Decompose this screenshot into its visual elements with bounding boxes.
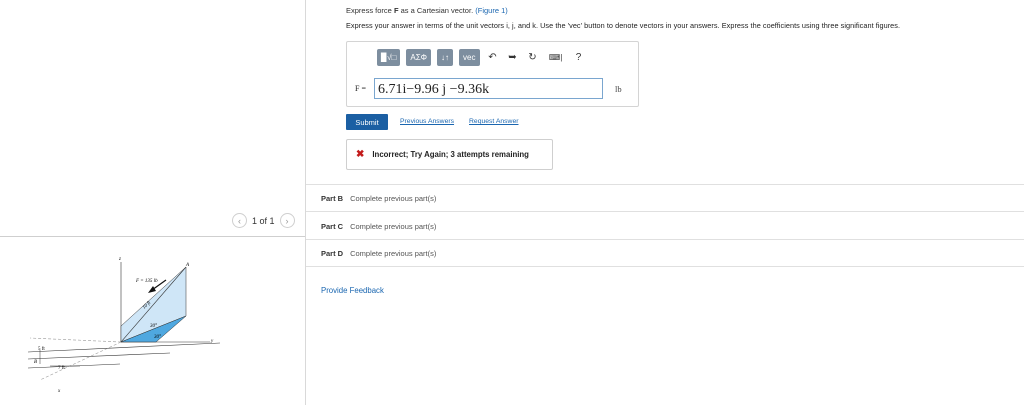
part-d[interactable]: Part D Complete previous part(s) xyxy=(321,249,436,258)
previous-answers-link[interactable]: Previous Answers xyxy=(400,118,454,125)
separator xyxy=(306,211,1024,212)
z-axis-label: z xyxy=(118,257,121,262)
greek-button[interactable]: AΣΦ xyxy=(406,49,432,66)
submit-button[interactable]: Submit xyxy=(346,114,388,130)
part-c-text: Complete previous part(s) xyxy=(350,222,437,231)
templates-button[interactable]: ▉√□ xyxy=(377,49,401,66)
help-icon[interactable]: ? xyxy=(572,52,586,63)
arrows-button[interactable]: ↓↑ xyxy=(437,49,454,66)
separator xyxy=(306,266,1024,267)
pane-divider xyxy=(305,0,306,405)
dim1-label: 5 ft xyxy=(38,347,45,352)
part-c[interactable]: Part C Complete previous part(s) xyxy=(321,222,436,231)
feedback-box: ✖ Incorrect; Try Again; 3 attempts remai… xyxy=(346,139,553,170)
force-figure: z y x A B F = 135 lb 10 ft 30° 30° 5 ft … xyxy=(27,257,220,394)
separator xyxy=(306,239,1024,240)
keyboard-icon[interactable]: ⌨| xyxy=(546,53,566,62)
question-prefix: Express force xyxy=(346,6,394,15)
answer-label: F = xyxy=(355,84,366,93)
part-b-label: Part B xyxy=(321,194,344,203)
next-figure-button[interactable]: › xyxy=(279,213,295,228)
part-b[interactable]: Part B Complete previous part(s) xyxy=(321,194,436,203)
error-icon: ✖ xyxy=(356,149,365,160)
undo-icon[interactable]: ↶ xyxy=(486,52,500,63)
separator xyxy=(306,184,1024,185)
point-b-label: B xyxy=(34,360,37,365)
answer-unit: lb xyxy=(615,84,622,94)
pager-text: 1 of 1 xyxy=(252,215,275,226)
x-axis-label: x xyxy=(57,389,61,394)
angle2-label: 30° xyxy=(154,335,161,340)
part-d-label: Part D xyxy=(321,249,344,258)
figure-link[interactable]: (Figure 1) xyxy=(475,6,508,15)
part-c-label: Part C xyxy=(321,222,344,231)
math-toolbar: ▉√□ AΣΦ ↓↑ vec ↶ ➥ ↻ ⌨| ? xyxy=(377,49,586,66)
redo-icon[interactable]: ➥ xyxy=(506,52,520,63)
feedback-message: Incorrect; Try Again; 3 attempts remaini… xyxy=(372,150,529,159)
figure-divider xyxy=(0,236,305,237)
dim2-label: 7 ft xyxy=(58,366,65,371)
request-answer-link[interactable]: Request Answer xyxy=(469,118,519,125)
part-b-text: Complete previous part(s) xyxy=(350,194,437,203)
angle1-label: 30° xyxy=(150,324,157,329)
reset-icon[interactable]: ↻ xyxy=(526,52,540,63)
point-a-label: A xyxy=(185,263,190,268)
provide-feedback-link[interactable]: Provide Feedback xyxy=(321,286,384,295)
prev-figure-button[interactable]: ‹ xyxy=(232,213,247,228)
answer-input[interactable]: 6.71i−9.96 j −9.36k xyxy=(374,78,603,99)
question-line: Express force F as a Cartesian vector. (… xyxy=(346,6,508,15)
vec-button[interactable]: vec xyxy=(459,49,480,66)
force-label: F = 135 lb xyxy=(135,279,158,284)
instructions: Express your answer in terms of the unit… xyxy=(346,21,901,30)
figure-pager: ‹ 1 of 1 › xyxy=(232,213,295,228)
part-d-text: Complete previous part(s) xyxy=(350,249,437,258)
question-mid: as a Cartesian vector. xyxy=(398,6,476,15)
